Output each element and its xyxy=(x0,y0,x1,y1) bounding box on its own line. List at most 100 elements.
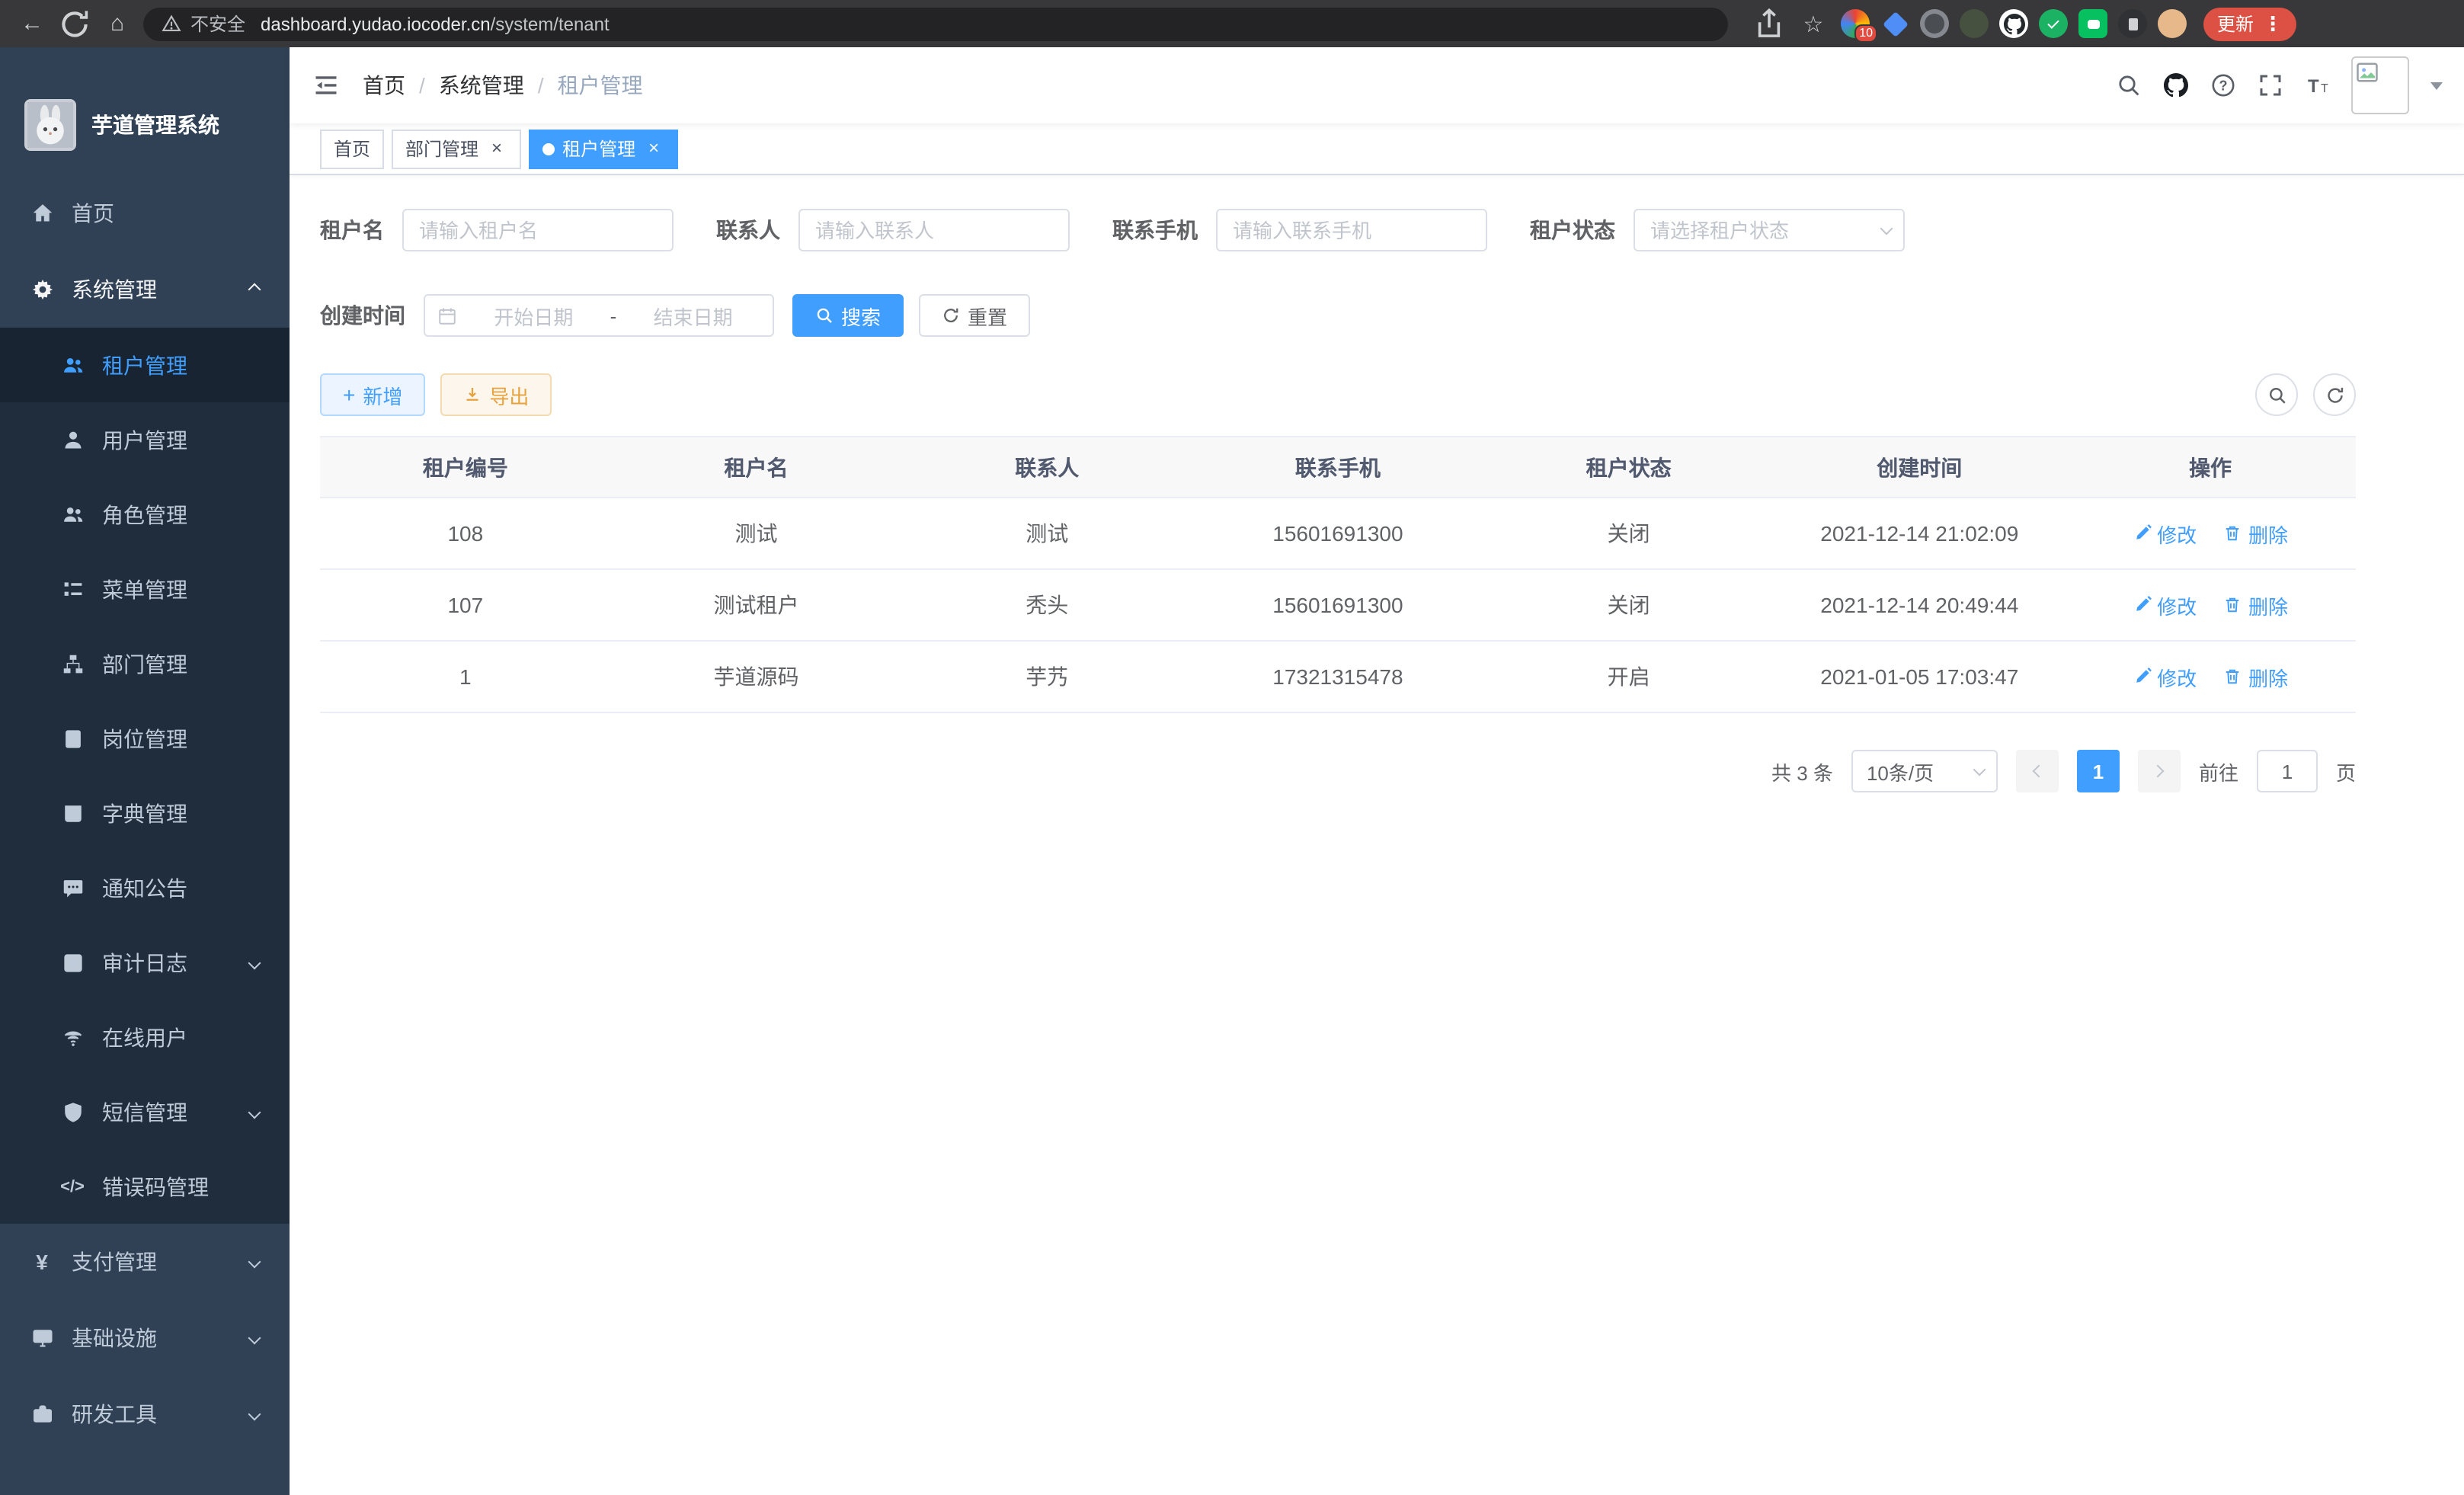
delete-label: 删除 xyxy=(2248,591,2288,619)
sidebar-group-system[interactable]: 系统管理 xyxy=(0,251,290,328)
breadcrumb-item-home[interactable]: 首页 xyxy=(363,70,405,101)
caret-down-icon[interactable] xyxy=(2430,82,2443,89)
sidebar-group-devtools[interactable]: 研发工具 xyxy=(0,1376,290,1452)
security-warning-icon xyxy=(162,14,181,34)
delete-button[interactable]: 删除 xyxy=(2224,591,2288,619)
tenant-icon xyxy=(61,354,84,376)
contact-input[interactable] xyxy=(798,209,1070,251)
extension-icon-4[interactable] xyxy=(1960,9,1989,38)
sidebar-group-label: 系统管理 xyxy=(72,274,157,305)
sidebar-item-user[interactable]: 用户管理 xyxy=(0,402,290,477)
edit-button[interactable]: 修改 xyxy=(2133,519,2197,548)
delete-button[interactable]: 删除 xyxy=(2224,662,2288,691)
tenant-name-input[interactable] xyxy=(402,209,674,251)
sidebar-item-audit-log[interactable]: 审计日志 xyxy=(0,925,290,1000)
tag-dept[interactable]: 部门管理 × xyxy=(392,129,521,168)
cell-id: 107 xyxy=(320,569,611,641)
fullscreen-icon[interactable] xyxy=(2257,72,2283,98)
font-size-icon[interactable]: TT xyxy=(2304,72,2330,98)
extension-icon-9[interactable] xyxy=(2158,9,2187,38)
extension-icon-8[interactable] xyxy=(2118,9,2147,38)
status-select-input[interactable] xyxy=(1634,209,1905,251)
cell-actions: 修改 删除 xyxy=(2065,569,2356,641)
tag-home[interactable]: 首页 xyxy=(320,129,384,168)
hamburger-icon[interactable] xyxy=(290,72,363,99)
breadcrumb-item-system[interactable]: 系统管理 xyxy=(439,70,524,101)
phone-input[interactable] xyxy=(1216,209,1487,251)
security-label: 不安全 xyxy=(190,11,245,37)
cell-status: 开启 xyxy=(1483,641,1774,712)
extension-icon-6[interactable] xyxy=(2039,9,2068,38)
sidebar-item-role[interactable]: 角色管理 xyxy=(0,477,290,552)
close-icon[interactable]: × xyxy=(486,138,507,159)
refresh-table-button[interactable] xyxy=(2313,373,2356,416)
address-bar[interactable]: 不安全 dashboard.yudao.iocoder.cn/system/te… xyxy=(143,7,1728,40)
tag-tenant[interactable]: 租户管理 × xyxy=(529,129,678,168)
update-button[interactable]: 更新 ⋮ xyxy=(2203,7,2296,40)
share-icon[interactable] xyxy=(1752,7,1786,40)
avatar[interactable] xyxy=(2351,56,2409,114)
column-header-contact: 联系人 xyxy=(901,437,1192,498)
sidebar-item-dict[interactable]: 字典管理 xyxy=(0,776,290,850)
extension-icon-2[interactable] xyxy=(1880,9,1909,38)
edit-button[interactable]: 修改 xyxy=(2133,662,2197,691)
sidebar-item-online-user[interactable]: 在线用户 xyxy=(0,1000,290,1074)
browser-home-icon[interactable]: ⌂ xyxy=(101,7,134,40)
sidebar-submenu-system: 租户管理 用户管理 角色管理 菜单管理 xyxy=(0,328,290,1224)
logo-image xyxy=(24,99,76,151)
date-start-placeholder: 开始日期 xyxy=(466,301,601,330)
edit-button[interactable]: 修改 xyxy=(2133,591,2197,619)
docs-question-icon[interactable]: ? xyxy=(2210,72,2235,98)
extension-icon-3[interactable] xyxy=(1920,9,1949,38)
github-extension-icon[interactable] xyxy=(1999,9,2028,38)
bookmark-star-icon[interactable]: ☆ xyxy=(1797,7,1830,40)
browser-menu-icon[interactable]: ⋮ xyxy=(2263,11,2283,36)
field-label: 联系手机 xyxy=(1112,215,1198,245)
page-button-1[interactable]: 1 xyxy=(2077,750,2120,792)
browser-back-icon[interactable]: ← xyxy=(15,7,49,40)
sidebar-group-payment[interactable]: ¥ 支付管理 xyxy=(0,1224,290,1300)
reset-button[interactable]: 重置 xyxy=(919,294,1030,337)
search-button[interactable]: 搜索 xyxy=(792,294,904,337)
status-select[interactable] xyxy=(1634,209,1905,251)
id-badge-icon xyxy=(61,727,84,750)
cell-name: 测试 xyxy=(611,498,902,569)
page-size-select[interactable]: 10条/页 xyxy=(1851,750,1998,792)
browser-refresh-icon[interactable] xyxy=(58,7,91,40)
sidebar-item-sms[interactable]: 短信管理 xyxy=(0,1074,290,1149)
signal-icon xyxy=(61,1026,84,1048)
sidebar-item-notice[interactable]: 通知公告 xyxy=(0,850,290,925)
header-search-icon[interactable] xyxy=(2115,72,2141,98)
date-range-picker[interactable]: 开始日期 - 结束日期 xyxy=(424,294,774,337)
toggle-search-button[interactable] xyxy=(2255,373,2298,416)
url-path: /system/tenant xyxy=(491,13,610,34)
sidebar-item-dept[interactable]: 部门管理 xyxy=(0,626,290,701)
column-header-status: 租户状态 xyxy=(1483,437,1774,498)
tenant-table: 租户编号 租户名 联系人 联系手机 租户状态 创建时间 操作 108 测试 xyxy=(320,436,2356,713)
total-count: 共 3 条 xyxy=(1771,757,1833,786)
next-page-button[interactable] xyxy=(2138,750,2181,792)
sidebar-logo[interactable]: 芋道管理系统 xyxy=(0,47,290,175)
chevron-down-icon xyxy=(248,956,261,969)
sidebar-item-tenant[interactable]: 租户管理 xyxy=(0,328,290,402)
export-button[interactable]: 导出 xyxy=(440,373,552,416)
add-button[interactable]: + 新增 xyxy=(320,373,425,416)
filter-contact: 联系人 xyxy=(716,209,1070,251)
delete-label: 删除 xyxy=(2248,662,2288,691)
sidebar-item-menu[interactable]: 菜单管理 xyxy=(0,552,290,626)
extension-icon-7[interactable] xyxy=(2078,9,2107,38)
delete-button[interactable]: 删除 xyxy=(2224,519,2288,548)
extension-icon-1[interactable]: 10 xyxy=(1841,9,1870,38)
goto-page-input[interactable] xyxy=(2257,750,2318,792)
sidebar-item-post[interactable]: 岗位管理 xyxy=(0,701,290,776)
sidebar-item-home[interactable]: 首页 xyxy=(0,175,290,251)
role-icon xyxy=(61,503,84,526)
github-icon[interactable] xyxy=(2162,72,2188,98)
chevron-down-icon xyxy=(248,1106,261,1119)
prev-page-button[interactable] xyxy=(2016,750,2059,792)
sidebar-item-error-code[interactable]: </> 错误码管理 xyxy=(0,1149,290,1224)
add-button-label: 新增 xyxy=(363,380,402,409)
chevron-down-icon xyxy=(248,1256,261,1269)
sidebar-group-infra[interactable]: 基础设施 xyxy=(0,1300,290,1376)
close-icon[interactable]: × xyxy=(643,138,664,159)
